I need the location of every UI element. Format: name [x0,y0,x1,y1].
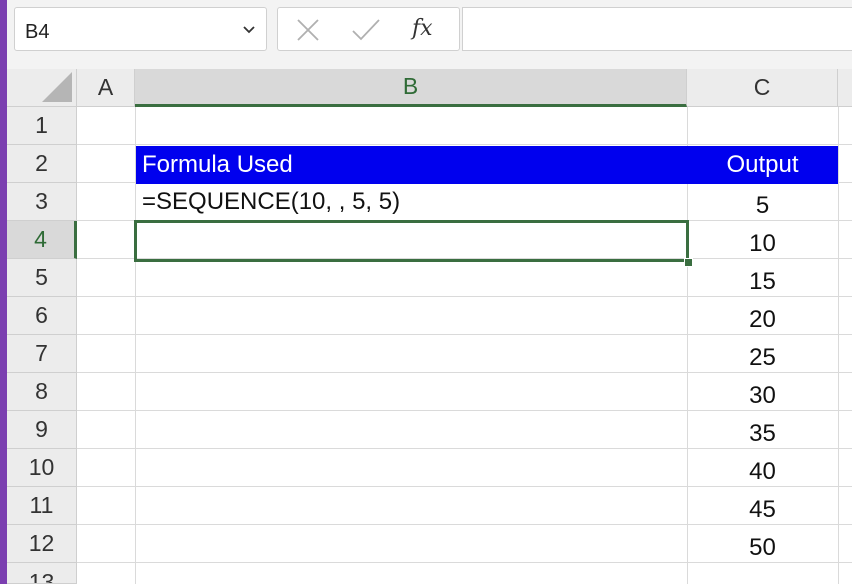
cell-c2[interactable]: Output [687,146,838,184]
cell-b2[interactable]: Formula Used [136,146,687,184]
worksheet-grid[interactable]: A B C 1 2 3 4 5 6 7 8 9 10 11 12 13 Form… [7,69,852,584]
selected-cell-b4[interactable] [134,220,689,262]
column-header-b[interactable]: B [135,69,687,107]
row-header-8[interactable]: 8 [7,373,77,411]
row-header-5[interactable]: 5 [7,259,77,297]
insert-function-button[interactable]: fx [412,16,433,41]
row-header-2[interactable]: 2 [7,145,77,183]
chevron-down-icon[interactable] [242,22,256,36]
cell-b3[interactable]: =SEQUENCE(10, , 5, 5) [136,183,687,221]
cell-c11[interactable]: 45 [687,491,838,529]
cell-c4[interactable]: 10 [687,225,838,263]
cell-c3[interactable]: 5 [687,187,838,225]
cell-c7[interactable]: 25 [687,339,838,377]
enter-check-icon[interactable] [350,16,382,44]
row-header-10[interactable]: 10 [7,449,77,487]
select-all-button[interactable] [7,69,77,107]
row-header-12[interactable]: 12 [7,525,77,563]
cell-c9[interactable]: 35 [687,415,838,453]
row-header-3[interactable]: 3 [7,183,77,221]
cell-c10[interactable]: 40 [687,453,838,491]
row-header-1[interactable]: 1 [7,107,77,145]
name-box-value: B4 [25,21,50,43]
column-header-d-partial[interactable] [838,69,852,107]
row-header-7[interactable]: 7 [7,335,77,373]
name-box[interactable]: B4 [14,7,267,51]
gridline [77,144,852,145]
cell-c12[interactable]: 50 [687,529,838,567]
cell-c5[interactable]: 15 [687,263,838,301]
cancel-icon[interactable] [294,16,322,44]
column-header-c[interactable]: C [687,69,838,107]
fill-handle[interactable] [684,258,693,267]
row-header-6[interactable]: 6 [7,297,77,335]
window-edge [0,0,7,584]
select-all-triangle-icon [42,72,72,102]
gridline [838,107,839,584]
cell-c6[interactable]: 20 [687,301,838,339]
formula-bar: B4 fx [7,0,852,62]
row-header-9[interactable]: 9 [7,411,77,449]
formula-input[interactable] [462,7,852,51]
column-header-a[interactable]: A [77,69,135,107]
row-header-4[interactable]: 4 [7,221,77,259]
row-header-13[interactable]: 13 [7,563,77,584]
formula-tools: fx [277,7,460,51]
row-header-11[interactable]: 11 [7,487,77,525]
cell-c8[interactable]: 30 [687,377,838,415]
